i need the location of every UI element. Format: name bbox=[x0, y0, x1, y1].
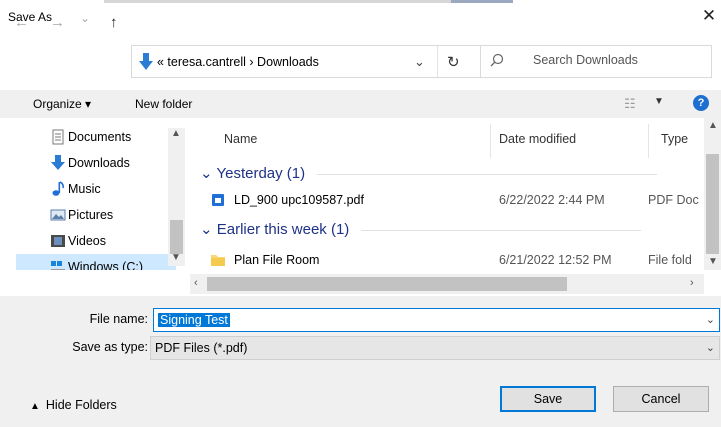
scroll-down-icon[interactable]: ▼ bbox=[708, 256, 718, 267]
chevron-down-icon[interactable]: ⌄ bbox=[706, 313, 715, 326]
organize-button[interactable]: Organize ▾ bbox=[33, 97, 91, 111]
column-header-name[interactable]: Name bbox=[224, 132, 257, 146]
search-icon bbox=[490, 53, 504, 67]
scrollbar-thumb[interactable] bbox=[706, 154, 719, 254]
sidebar-item-videos[interactable]: Videos bbox=[16, 228, 176, 254]
sidebar-item-label: Windows (C:) bbox=[68, 260, 144, 270]
folder-icon bbox=[211, 255, 225, 266]
file-date: 6/21/2022 12:52 PM bbox=[499, 253, 612, 267]
save-as-type-value: PDF Files (*.pdf) bbox=[155, 341, 248, 355]
close-icon[interactable]: ✕ bbox=[700, 6, 718, 26]
sidebar-item-label: Documents bbox=[68, 130, 132, 144]
scroll-up-icon[interactable]: ▲ bbox=[708, 120, 718, 131]
sidebar-item-windows-c[interactable]: Windows (C:) bbox=[16, 254, 176, 270]
help-icon[interactable]: ? bbox=[693, 95, 709, 111]
drive-icon bbox=[51, 261, 65, 270]
save-as-type-label: Save as type: bbox=[72, 340, 148, 354]
chevron-up-icon: ▲ bbox=[30, 401, 40, 412]
downloads-location-icon bbox=[139, 53, 153, 70]
background-window-strip bbox=[451, 0, 513, 3]
file-name: Plan File Room bbox=[234, 253, 320, 267]
save-form: File name: Signing Test ⌄ Save as type: … bbox=[0, 296, 721, 427]
download-icon bbox=[51, 155, 65, 170]
group-collapse-icon[interactable]: ⌄ bbox=[200, 221, 213, 238]
group-header-earlier-this-week[interactable]: ⌄ Earlier this week (1) bbox=[200, 220, 642, 238]
column-header-date-modified[interactable]: Date modified bbox=[499, 132, 576, 146]
background-window-strip bbox=[104, 0, 451, 3]
address-path[interactable]: « teresa.cantrell › Downloads bbox=[157, 55, 319, 69]
sidebar-item-documents[interactable]: Documents bbox=[16, 124, 176, 150]
search-box[interactable] bbox=[480, 45, 712, 78]
scroll-down-icon[interactable]: ▼ bbox=[171, 252, 181, 263]
column-divider[interactable] bbox=[648, 124, 649, 158]
group-collapse-icon[interactable]: ⌄ bbox=[200, 165, 213, 182]
file-row[interactable]: Plan File Room 6/21/2022 12:52 PM File f… bbox=[210, 250, 692, 272]
address-separator bbox=[437, 46, 438, 77]
recent-locations-icon[interactable]: ⌄ bbox=[80, 11, 90, 25]
file-date: 6/22/2022 2:44 PM bbox=[499, 193, 605, 207]
back-arrow-icon[interactable]: ← bbox=[14, 14, 29, 31]
file-row[interactable]: LD_900 upc109587.pdf 6/22/2022 2:44 PM P… bbox=[210, 190, 699, 212]
file-name-label: File name: bbox=[89, 312, 148, 326]
sidebar-item-label: Pictures bbox=[68, 208, 114, 222]
file-list: Name Date modified Type ⌄ Yesterday (1) … bbox=[190, 118, 721, 296]
file-type: PDF Doc bbox=[648, 193, 699, 207]
cancel-button[interactable]: Cancel bbox=[613, 386, 709, 412]
column-header-type[interactable]: Type bbox=[661, 132, 688, 146]
document-icon bbox=[52, 129, 64, 145]
search-input[interactable] bbox=[533, 53, 703, 67]
group-label: Yesterday (1) bbox=[216, 165, 306, 182]
sidebar-item-label: Videos bbox=[68, 234, 106, 248]
address-bar[interactable]: « teresa.cantrell › Downloads ⌄ ↻ bbox=[131, 45, 507, 78]
group-label: Earlier this week (1) bbox=[216, 221, 350, 238]
hide-folders-label: Hide Folders bbox=[45, 398, 117, 412]
sidebar-item-music[interactable]: Music bbox=[16, 176, 176, 202]
chevron-down-icon[interactable]: ⌄ bbox=[706, 341, 715, 354]
scrollbar-thumb[interactable] bbox=[207, 277, 567, 291]
file-list-vertical-scrollbar[interactable]: ▲ ▼ bbox=[704, 118, 721, 270]
save-as-type-select[interactable]: PDF Files (*.pdf) ⌄ bbox=[150, 336, 720, 360]
scrollbar-thumb[interactable] bbox=[170, 220, 183, 254]
file-name-field[interactable]: Signing Test ⌄ bbox=[153, 308, 720, 332]
sidebar-item-pictures[interactable]: Pictures bbox=[16, 202, 176, 228]
sidebar-item-label: Downloads bbox=[68, 156, 130, 170]
file-type: File fold bbox=[648, 253, 692, 267]
up-arrow-icon[interactable]: ↑ bbox=[110, 14, 118, 31]
command-toolbar: Organize ▾ New folder ☷ ▼ ? bbox=[0, 90, 721, 118]
column-divider[interactable] bbox=[490, 124, 491, 158]
music-icon bbox=[52, 181, 64, 196]
pdf-icon bbox=[212, 194, 224, 206]
forward-arrow-icon[interactable]: → bbox=[50, 14, 65, 31]
scroll-up-icon[interactable]: ▲ bbox=[171, 128, 181, 139]
address-dropdown-icon[interactable]: ⌄ bbox=[414, 54, 425, 70]
new-folder-button[interactable]: New folder bbox=[135, 97, 192, 111]
file-name: LD_900 upc109587.pdf bbox=[234, 193, 364, 207]
scroll-left-icon[interactable]: ‹ bbox=[194, 277, 198, 289]
videos-icon bbox=[51, 235, 65, 247]
group-divider bbox=[317, 173, 658, 175]
navigation-pane-scrollbar[interactable]: ▲ ▼ bbox=[168, 128, 185, 266]
refresh-icon[interactable]: ↻ bbox=[447, 53, 460, 71]
group-header-yesterday[interactable]: ⌄ Yesterday (1) bbox=[200, 164, 658, 182]
save-button[interactable]: Save bbox=[500, 386, 596, 412]
sidebar-item-label: Music bbox=[68, 182, 101, 196]
pictures-icon bbox=[50, 209, 66, 221]
sidebar-item-downloads[interactable]: Downloads bbox=[16, 150, 176, 176]
group-divider bbox=[361, 229, 642, 231]
navigation-pane: Documents Downloads Music Pictures Video… bbox=[0, 118, 190, 270]
hide-folders-button[interactable]: ▲ Hide Folders bbox=[30, 398, 117, 412]
file-list-horizontal-scrollbar[interactable]: ‹ › bbox=[190, 274, 704, 294]
file-name-value[interactable]: Signing Test bbox=[158, 313, 230, 327]
scroll-right-icon[interactable]: › bbox=[690, 277, 694, 289]
view-dropdown-icon[interactable]: ▼ bbox=[654, 96, 664, 107]
title-bar: Save As ✕ bbox=[0, 0, 721, 36]
view-options-icon[interactable]: ☷ bbox=[624, 96, 636, 112]
